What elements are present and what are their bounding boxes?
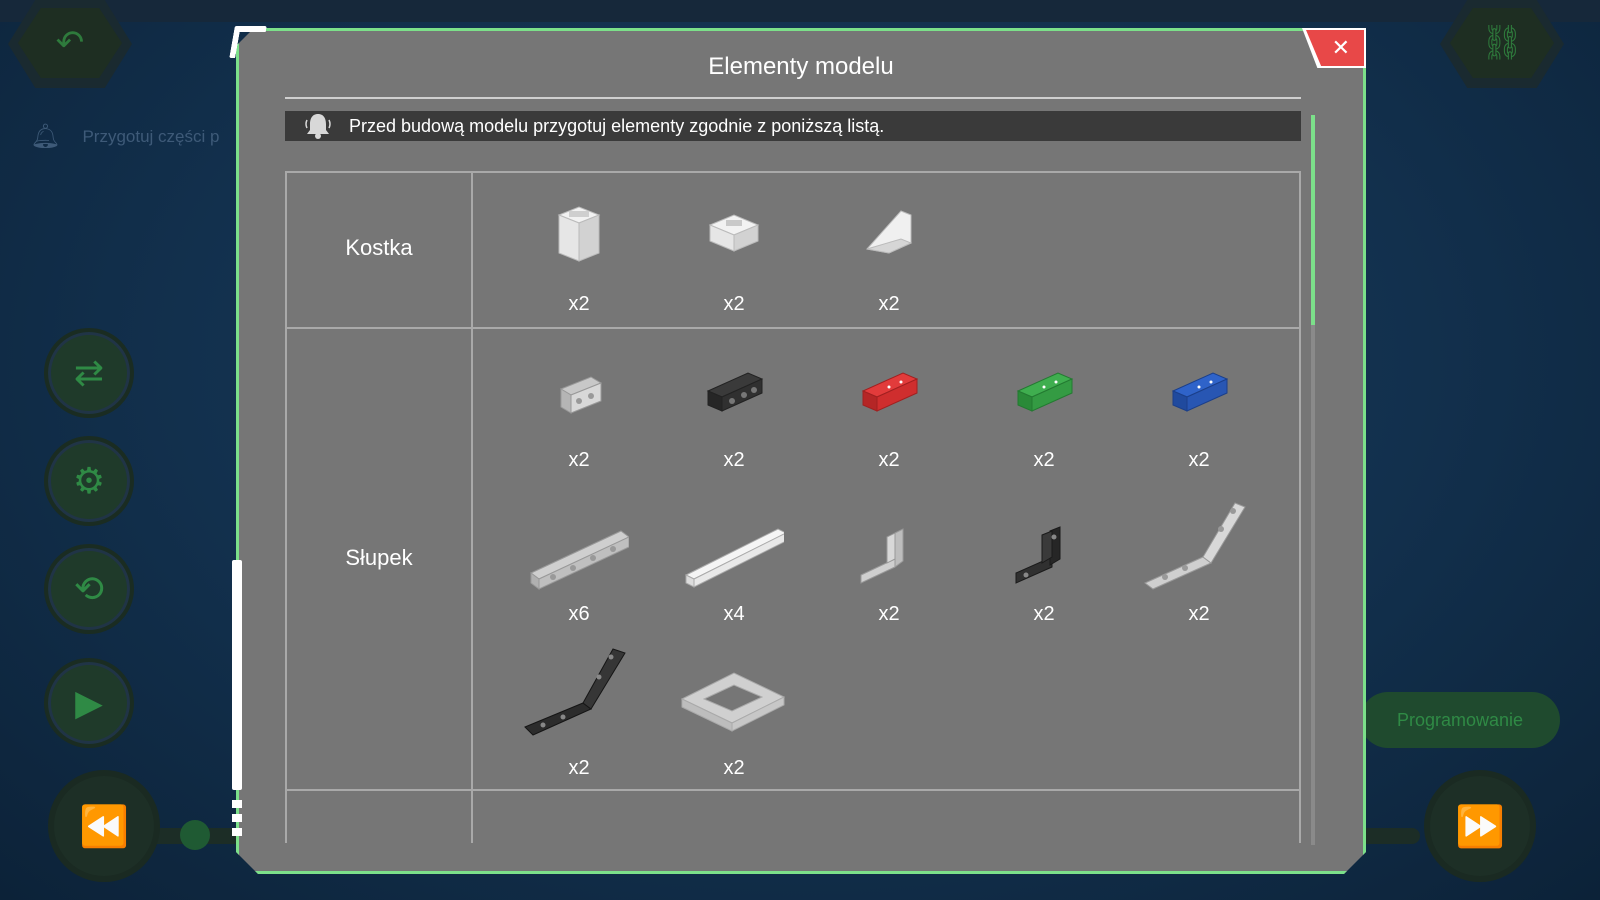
- reset-icon: ⟲: [73, 568, 105, 609]
- list-item: x4: [674, 513, 794, 653]
- gray-l-beam-icon: [839, 513, 939, 593]
- reset-button[interactable]: ⟲: [44, 544, 134, 634]
- item-quantity: x2: [723, 757, 745, 779]
- swap-icon: ⇄: [73, 352, 105, 393]
- dialog-side-accent-dashed: [232, 800, 242, 840]
- black-l-beam-icon: [994, 513, 1094, 593]
- item-quantity: x2: [1188, 603, 1210, 625]
- item-quantity: x2: [568, 293, 590, 315]
- next-step-button[interactable]: ⏩: [1424, 770, 1536, 882]
- list-item: x2: [1139, 513, 1259, 653]
- item-quantity: x2: [878, 603, 900, 625]
- category-label-slupek: Słupek: [345, 545, 413, 570]
- sliders-icon: ⚙: [72, 460, 106, 501]
- item-quantity: x4: [723, 603, 745, 625]
- white-long-beam-icon: [684, 513, 784, 593]
- list-item: x6: [519, 513, 639, 653]
- category-column: [287, 173, 473, 843]
- list-item: x2: [519, 667, 639, 807]
- list-item: x2: [829, 513, 949, 653]
- close-icon: ✕: [1331, 35, 1350, 60]
- black-short-beam-icon: [684, 359, 784, 429]
- title-divider: [285, 97, 1301, 99]
- play-button[interactable]: ▶: [44, 658, 134, 748]
- scrollbar-thumb[interactable]: [1311, 115, 1315, 325]
- black-angled-beam-icon: [523, 641, 633, 741]
- white-half-cube-block-icon: [684, 203, 784, 273]
- settings-sliders-button[interactable]: ⚙: [44, 436, 134, 526]
- green-short-beam-icon: [994, 359, 1094, 429]
- gray-short-beam-icon: [529, 359, 629, 429]
- item-quantity: x2: [1033, 603, 1055, 625]
- item-quantity: x2: [723, 449, 745, 471]
- previous-step-button[interactable]: ⏪: [48, 770, 160, 882]
- list-item: x2: [519, 359, 639, 499]
- dialog-side-accent: [232, 560, 242, 790]
- play-icon: ▶: [75, 682, 103, 723]
- notice-text: Przed budową modelu przygotuj elementy z…: [349, 115, 885, 136]
- programming-button[interactable]: Programowanie: [1360, 692, 1560, 748]
- top-bar: [0, 0, 1600, 22]
- list-item: x2: [674, 667, 794, 807]
- category-label-kostka: Kostka: [345, 235, 413, 260]
- item-quantity: x2: [723, 293, 745, 315]
- swap-button[interactable]: ⇄: [44, 328, 134, 418]
- list-item: x2: [829, 203, 949, 343]
- list-item: x2: [1139, 359, 1259, 499]
- item-quantity: x2: [878, 293, 900, 315]
- background-hint-text: Przygotuj części p: [82, 126, 220, 146]
- dialog-scrollbar[interactable]: [1311, 115, 1315, 845]
- white-wedge-block-icon: [839, 203, 939, 273]
- bell-icon: [303, 111, 333, 141]
- item-quantity: x2: [878, 449, 900, 471]
- dialog-title: Elementy modelu: [708, 53, 894, 80]
- gray-long-beam-icon: [529, 513, 629, 593]
- bell-icon: 🔔︎: [30, 123, 61, 150]
- item-quantity: x6: [568, 603, 590, 625]
- rewind-icon: ⏪: [79, 804, 129, 849]
- white-frame-icon: [678, 659, 788, 739]
- notice-bar: Przed budową modelu przygotuj elementy z…: [285, 111, 1301, 141]
- model-elements-dialog: Elementy modelu Przed budową modelu przy…: [236, 28, 1366, 874]
- back-arrow-icon: ↶: [55, 24, 85, 62]
- background-hint: 🔔︎ Przygotuj części p: [30, 122, 219, 151]
- list-item: x2: [519, 203, 639, 343]
- gray-angled-beam-icon: [1143, 497, 1253, 597]
- white-cube-block-icon: [529, 203, 629, 273]
- step-slider-handle[interactable]: [180, 820, 210, 850]
- list-item: x2: [984, 359, 1104, 499]
- item-quantity: x2: [568, 449, 590, 471]
- list-item: x2: [674, 203, 794, 343]
- list-item: x2: [984, 513, 1104, 653]
- item-quantity: x2: [1033, 449, 1055, 471]
- link-icon: ⛓: [1480, 24, 1524, 62]
- fast-forward-icon: ⏩: [1455, 804, 1505, 849]
- list-item: x2: [674, 359, 794, 499]
- elements-table: Kostka Słupek x2 x2 x2 x2 x2 x2 x2 x2 x6…: [285, 171, 1301, 843]
- red-short-beam-icon: [839, 359, 939, 429]
- dialog-corner-accent: [229, 26, 267, 58]
- step-slider-track-right: [1360, 828, 1420, 844]
- list-item: x2: [829, 359, 949, 499]
- item-quantity: x2: [568, 757, 590, 779]
- item-quantity: x2: [1188, 449, 1210, 471]
- blue-short-beam-icon: [1149, 359, 1249, 429]
